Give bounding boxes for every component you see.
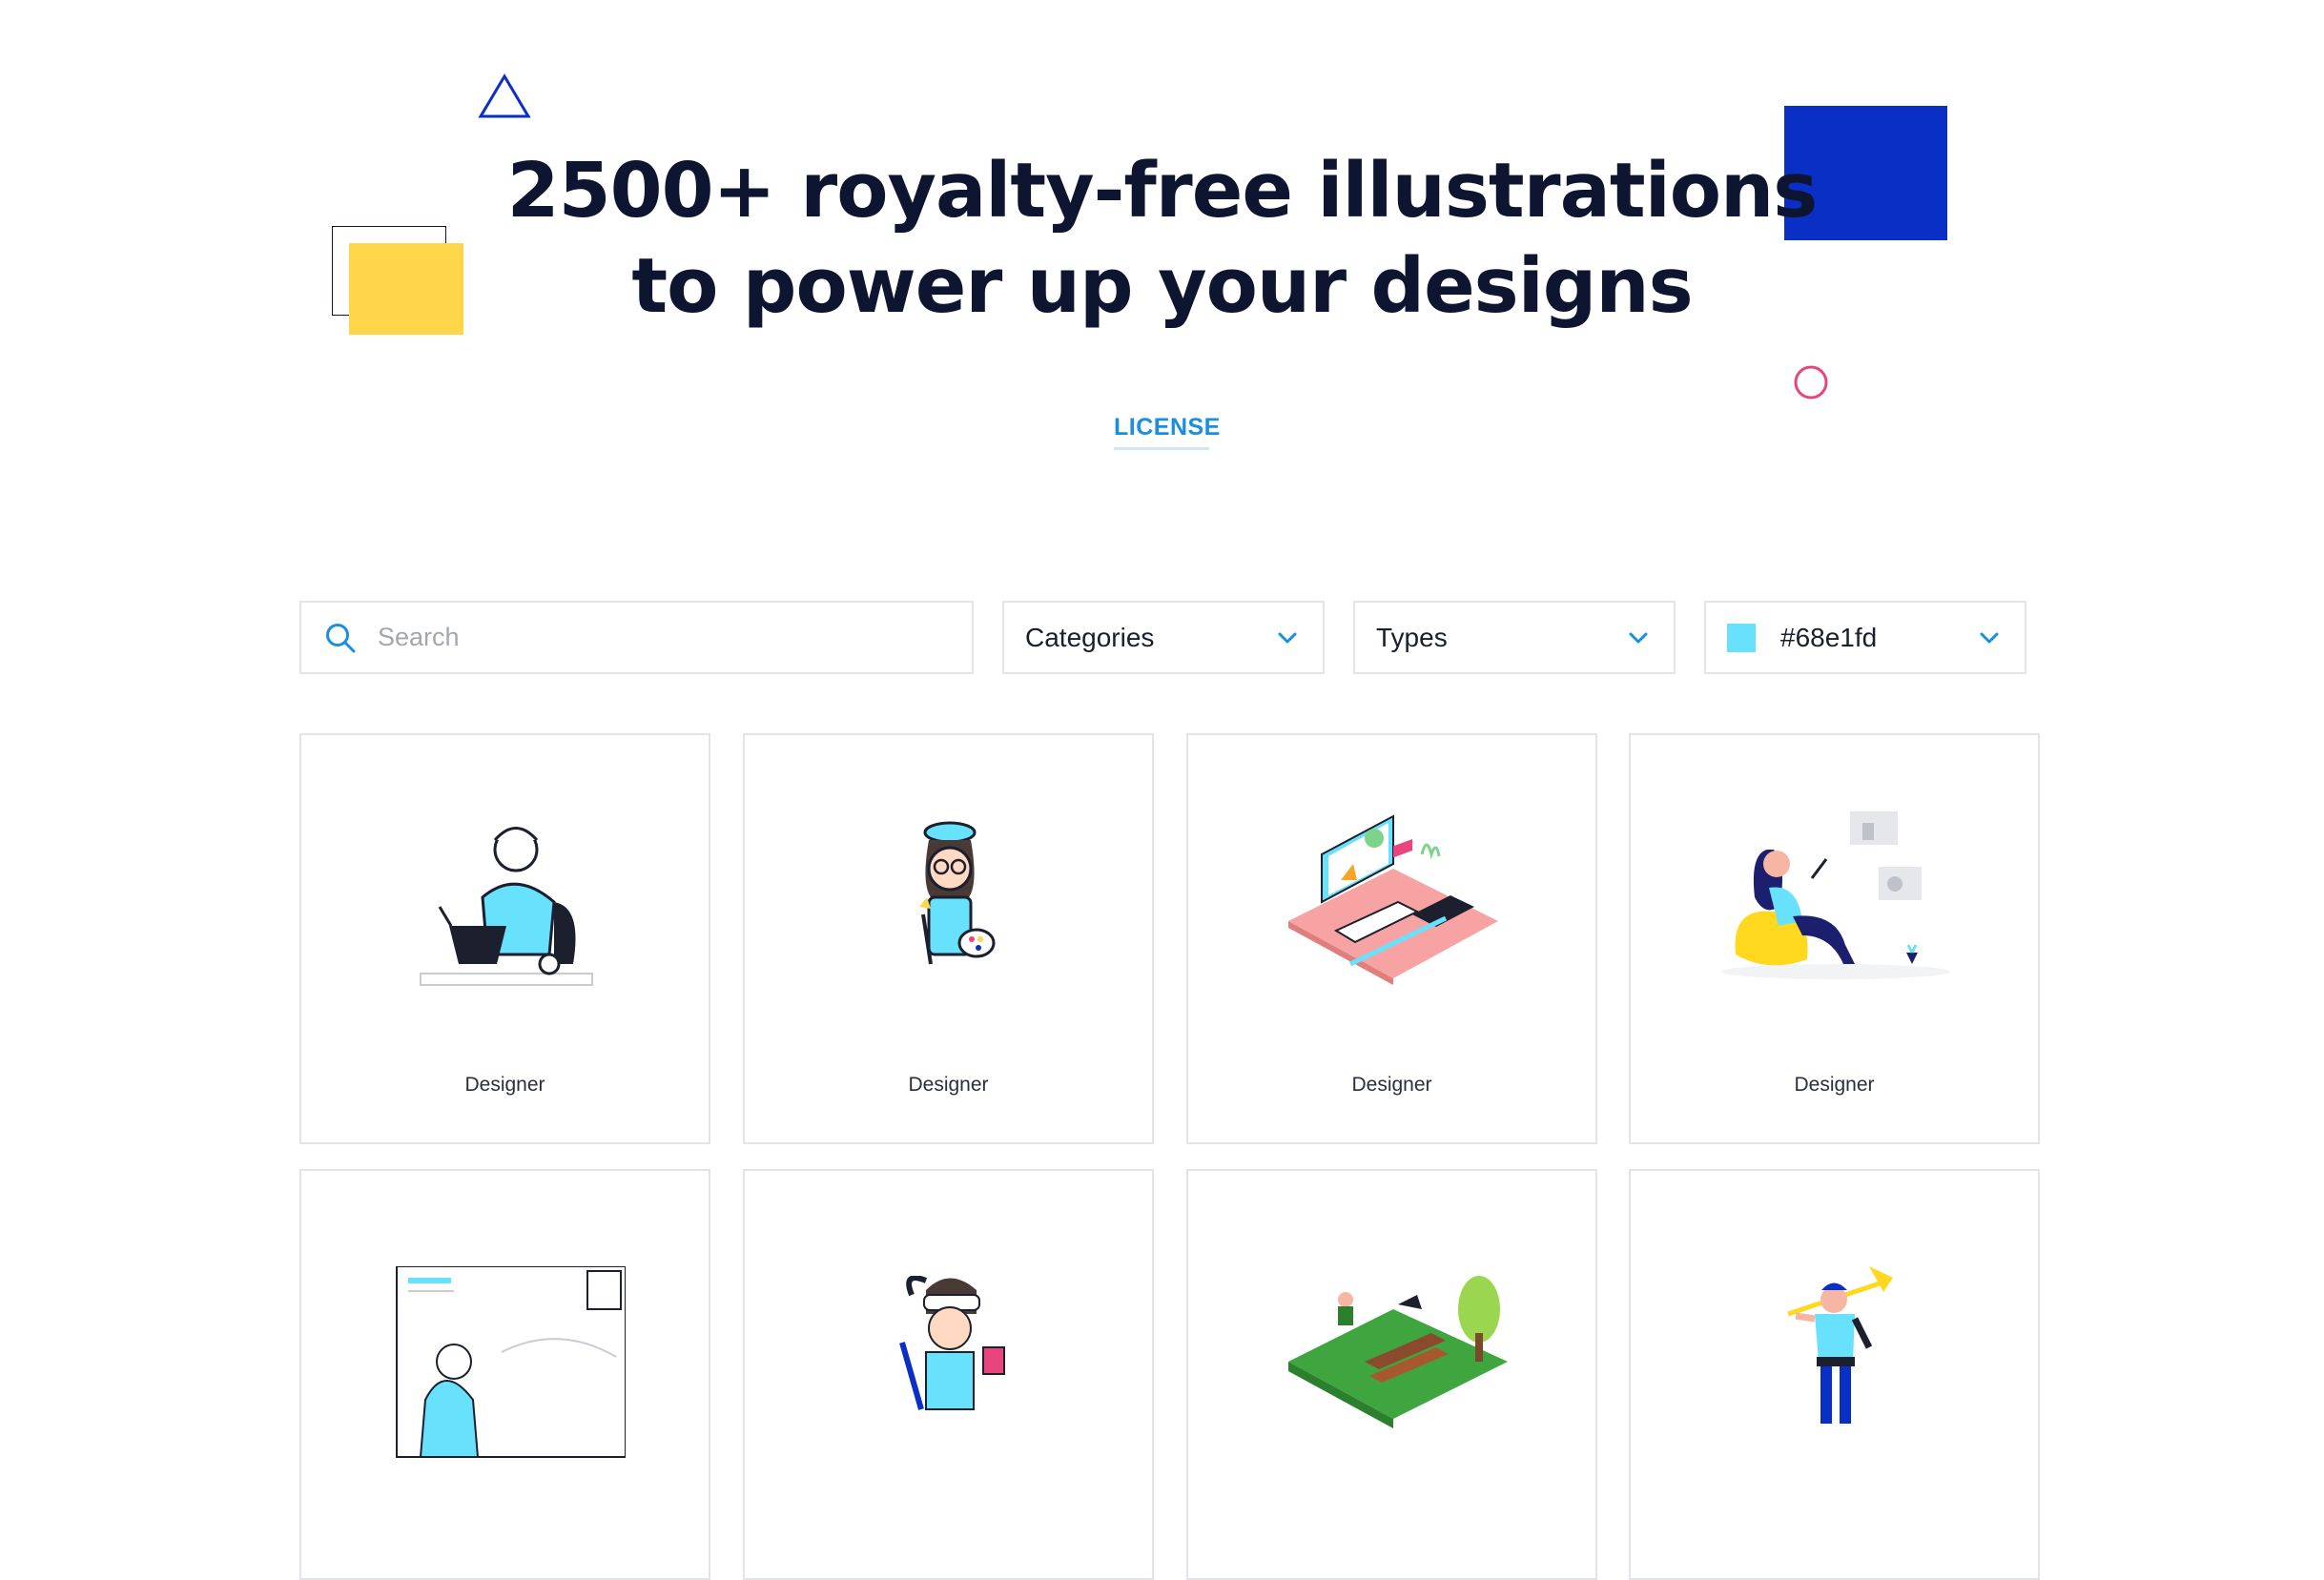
card-caption: Designer [1351,1074,1432,1096]
types-dropdown-label: Types [1376,622,1448,652]
card-caption: Designer [1794,1074,1875,1096]
chevron-down-icon [1278,632,1297,643]
search-box[interactable] [299,601,974,674]
triangle-outline-decoration [478,73,531,118]
pink-circle-decoration [1794,365,1828,400]
chevron-down-icon [1980,632,1999,643]
illustration-card[interactable] [743,1169,1154,1580]
illustration-card[interactable] [1186,1169,1597,1580]
page-title-line-2: to power up your designs [631,242,1693,330]
illustration-card[interactable]: Designer [1629,733,2040,1144]
color-dropdown-value: #68e1fd [1780,622,1878,652]
illustration-card[interactable] [1629,1169,2040,1580]
search-icon [326,623,356,652]
illustration-card[interactable]: Designer [299,733,710,1144]
color-dropdown[interactable]: #68e1fd [1704,601,2026,674]
categories-dropdown-label: Categories [1025,622,1155,652]
card-caption: Designer [908,1074,989,1096]
categories-dropdown[interactable]: Categories [1002,601,1325,674]
card-caption: Designer [464,1074,545,1096]
isometric-park-illustration [1288,1276,1508,1428]
illustration-card[interactable]: Designer [743,733,1154,1144]
designer-at-laptop-illustration [420,827,593,986]
illustration-card[interactable]: Designer [1186,733,1597,1144]
isometric-desk-illustration [1288,814,1498,985]
painter-girl-illustration [899,1276,1005,1410]
designer-with-palette-illustration [919,821,996,965]
types-dropdown[interactable]: Types [1353,601,1676,674]
license-link[interactable]: LICENSE [1114,414,1220,450]
color-swatch [1727,623,1756,652]
woman-on-beanbag-illustration [1721,811,1950,979]
person-sketching-illustration [396,1266,626,1458]
page-title-line-1: 2500+ royalty-free illustrations [506,147,1819,235]
chevron-down-icon [1629,632,1648,643]
search-input[interactable] [376,622,972,653]
page-title: 2500+ royalty-free illustrations to powe… [0,143,2324,334]
worker-with-pickaxe-illustration [1787,1266,1893,1424]
illustration-card[interactable] [299,1169,710,1580]
